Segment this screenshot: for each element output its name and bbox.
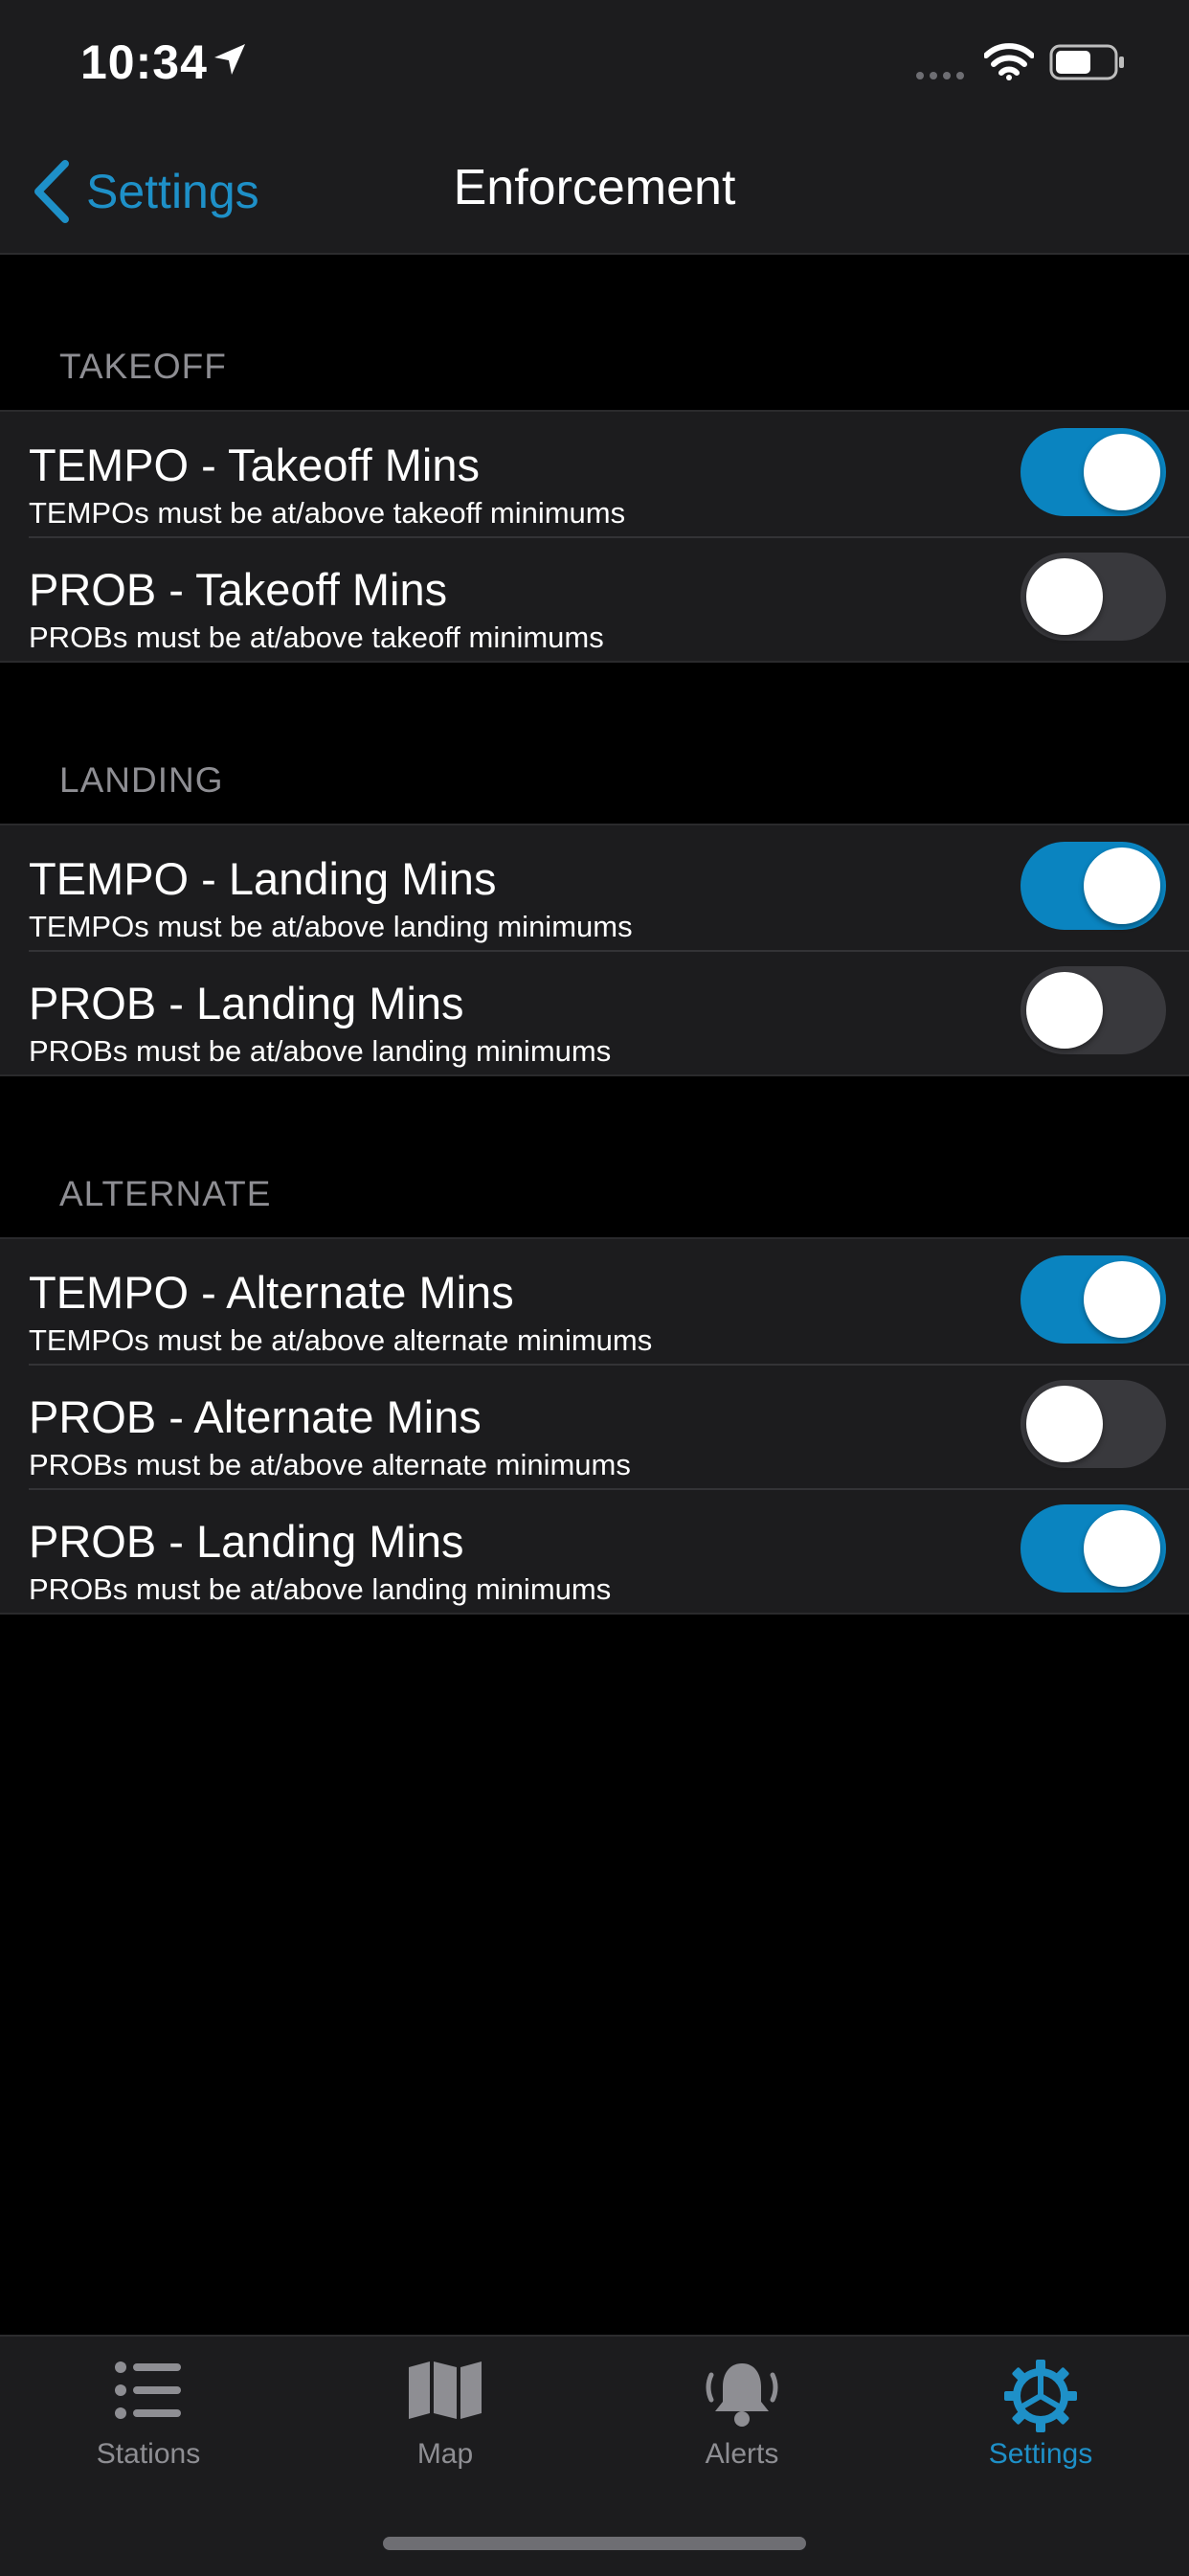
group-takeoff: TEMPO - Takeoff Mins TEMPOs must be at/a… <box>0 410 1189 663</box>
list-icon <box>115 2361 181 2419</box>
status-time: 10:34 <box>80 35 208 89</box>
setting-title: PROB - Alternate Mins <box>29 1391 482 1442</box>
setting-row[interactable]: PROB - Landing Mins PROBs must be at/abo… <box>0 950 1189 1074</box>
status-bar: 10:34 <box>0 0 1189 124</box>
bell-icon <box>706 2363 778 2427</box>
cellular-signal-icon <box>916 72 964 79</box>
group-landing: TEMPO - Landing Mins TEMPOs must be at/a… <box>0 824 1189 1076</box>
tab-stations[interactable]: Stations <box>0 2337 297 2509</box>
setting-subtitle: PROBs must be at/above landing minimums <box>29 1034 612 1068</box>
toggle-knob <box>1084 1510 1160 1587</box>
setting-title: PROB - Landing Mins <box>29 1516 464 1567</box>
gear-icon <box>1004 2360 1077 2432</box>
setting-subtitle: TEMPOs must be at/above landing minimums <box>29 910 633 943</box>
setting-title: TEMPO - Takeoff Mins <box>29 440 481 490</box>
setting-subtitle: PROBs must be at/above landing minimums <box>29 1572 612 1606</box>
battery-icon <box>1049 44 1124 80</box>
section-header-alternate: ALTERNATE <box>59 1174 272 1213</box>
section-header-landing: LANDING <box>59 760 224 800</box>
toggle-knob <box>1026 558 1103 635</box>
toggle-switch[interactable] <box>1021 1504 1166 1593</box>
toggle-switch[interactable] <box>1021 1255 1166 1344</box>
tab-map[interactable]: Map <box>297 2337 594 2509</box>
toggle-switch[interactable] <box>1021 428 1166 516</box>
toggle-knob <box>1084 1261 1160 1338</box>
setting-subtitle: PROBs must be at/above takeoff minimums <box>29 621 604 654</box>
setting-title: TEMPO - Alternate Mins <box>29 1267 514 1318</box>
location-arrow-icon <box>214 44 245 75</box>
page-title: Enforcement <box>453 160 736 215</box>
navigation-bar: Settings Enforcement <box>0 124 1189 255</box>
toggle-switch[interactable] <box>1021 1380 1166 1468</box>
setting-row[interactable]: TEMPO - Takeoff Mins TEMPOs must be at/a… <box>0 412 1189 536</box>
tab-label: Settings <box>988 2438 1093 2470</box>
section-header-takeoff: TAKEOFF <box>59 347 227 386</box>
setting-title: PROB - Landing Mins <box>29 978 464 1028</box>
tab-alerts[interactable]: Alerts <box>594 2337 890 2509</box>
setting-subtitle: PROBs must be at/above alternate minimum… <box>29 1448 631 1481</box>
setting-title: PROB - Takeoff Mins <box>29 564 448 615</box>
toggle-switch[interactable] <box>1021 966 1166 1054</box>
toggle-knob <box>1026 972 1103 1049</box>
tab-settings[interactable]: Settings <box>892 2337 1189 2509</box>
map-icon <box>409 2361 482 2419</box>
tab-label: Alerts <box>705 2438 779 2470</box>
setting-row[interactable]: PROB - Landing Mins PROBs must be at/abo… <box>0 1488 1189 1613</box>
home-indicator <box>383 2537 806 2550</box>
setting-row[interactable]: TEMPO - Landing Mins TEMPOs must be at/a… <box>0 825 1189 950</box>
wifi-icon <box>984 43 1034 80</box>
setting-row[interactable]: PROB - Alternate Mins PROBs must be at/a… <box>0 1364 1189 1488</box>
toggle-knob <box>1026 1386 1103 1462</box>
setting-subtitle: TEMPOs must be at/above takeoff minimums <box>29 496 626 530</box>
setting-subtitle: TEMPOs must be at/above alternate minimu… <box>29 1323 653 1357</box>
toggle-knob <box>1084 847 1160 924</box>
toggle-switch[interactable] <box>1021 553 1166 641</box>
setting-row[interactable]: TEMPO - Alternate Mins TEMPOs must be at… <box>0 1239 1189 1364</box>
group-alternate: TEMPO - Alternate Mins TEMPOs must be at… <box>0 1237 1189 1615</box>
tab-label: Stations <box>96 2438 201 2470</box>
setting-row[interactable]: PROB - Takeoff Mins PROBs must be at/abo… <box>0 536 1189 661</box>
setting-title: TEMPO - Landing Mins <box>29 853 497 904</box>
toggle-switch[interactable] <box>1021 842 1166 930</box>
tab-label: Map <box>416 2438 474 2470</box>
toggle-knob <box>1084 434 1160 510</box>
